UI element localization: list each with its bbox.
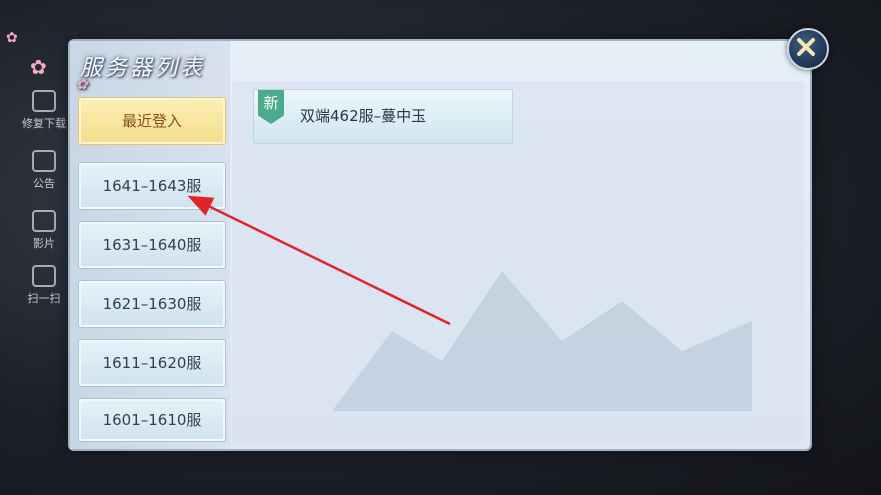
annotation-arrow (187, 195, 451, 326)
